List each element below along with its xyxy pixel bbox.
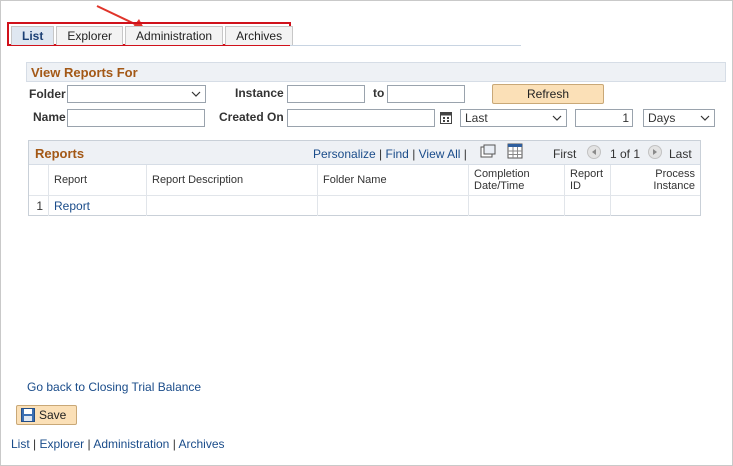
row-number: 1 — [29, 196, 49, 216]
table-row: 1 Report — [29, 195, 700, 216]
created-on-label: Created On — [219, 110, 284, 124]
completion-cell — [469, 196, 565, 216]
bottom-link-explorer[interactable]: Explorer — [39, 437, 84, 451]
refresh-button-label: Refresh — [526, 87, 570, 101]
tab-explorer[interactable]: Explorer — [56, 26, 124, 45]
to-label: to — [373, 86, 385, 100]
chevron-down-icon — [552, 115, 562, 121]
unit-select-value: Days — [648, 111, 676, 125]
tab-label: Archives — [236, 29, 283, 43]
bottom-link-administration[interactable]: Administration — [93, 437, 169, 451]
go-back-link[interactable]: Go back to Closing Trial Balance — [27, 380, 201, 394]
view-all-link[interactable]: View All — [419, 147, 461, 161]
save-disk-icon — [21, 408, 35, 422]
download-grid-icon[interactable] — [507, 143, 523, 159]
bottom-link-archives[interactable]: Archives — [178, 437, 224, 451]
tab-label: Administration — [136, 29, 213, 43]
column-header-folder: Folder Name — [318, 165, 469, 195]
chevron-down-icon — [700, 115, 710, 121]
reports-grid-header: Reports Personalize | Find | View All | … — [29, 141, 700, 165]
folder-label: Folder — [29, 87, 66, 101]
previous-arrow-icon[interactable] — [587, 145, 601, 159]
personalize-link[interactable]: Personalize — [313, 147, 376, 161]
instance-to-input[interactable] — [387, 85, 465, 103]
new-window-icon[interactable] — [480, 144, 496, 159]
column-header-num — [29, 165, 49, 195]
bottom-link-list[interactable]: List — [11, 437, 30, 451]
refresh-button[interactable]: Refresh — [492, 84, 604, 104]
calendar-icon[interactable] — [440, 111, 452, 124]
find-link[interactable]: Find — [386, 147, 409, 161]
tab-divider — [290, 45, 521, 46]
created-on-input[interactable] — [287, 109, 435, 127]
unit-select[interactable]: Days — [643, 109, 715, 127]
column-header-description: Report Description — [147, 165, 318, 195]
grid-title: Reports — [35, 146, 85, 161]
instance-label: Instance — [235, 86, 284, 100]
process-instance-cell — [611, 196, 700, 216]
tab-label: Explorer — [67, 29, 113, 43]
grid-toolbar: Personalize | Find | View All | — [313, 147, 467, 161]
column-header-report: Report — [49, 165, 147, 195]
report-link-cell: Report — [49, 196, 147, 216]
instance-from-input[interactable] — [287, 85, 365, 103]
name-label: Name — [33, 110, 66, 124]
reports-grid: Reports Personalize | Find | View All | … — [28, 140, 701, 216]
first-label: First — [553, 147, 577, 161]
save-button-label: Save — [39, 408, 67, 422]
column-header-completion: Completion Date/Time — [469, 165, 565, 195]
section-title: View Reports For — [31, 65, 138, 80]
tab-bar: List Explorer Administration Archives — [7, 22, 294, 46]
folder-select[interactable] — [67, 85, 206, 103]
description-cell — [147, 196, 318, 216]
tab-administration[interactable]: Administration — [125, 26, 224, 45]
separator: | — [463, 147, 467, 161]
period-count-input[interactable]: 1 — [575, 109, 633, 127]
tab-list[interactable]: List — [11, 26, 55, 45]
report-id-cell — [565, 196, 611, 216]
folder-cell — [318, 196, 469, 216]
period-select-value: Last — [465, 111, 488, 125]
tab-archives[interactable]: Archives — [225, 26, 294, 45]
view-reports-header: View Reports For — [26, 62, 726, 82]
next-arrow-icon[interactable] — [648, 145, 662, 159]
save-button[interactable]: Save — [16, 405, 77, 425]
chevron-down-icon — [191, 91, 201, 97]
period-select[interactable]: Last — [460, 109, 567, 127]
last-label: Last — [669, 147, 692, 161]
name-input[interactable] — [67, 109, 205, 127]
column-header-report-id: Report ID — [565, 165, 611, 195]
report-link[interactable]: Report — [54, 199, 90, 213]
pager-label: 1 of 1 — [610, 147, 641, 161]
bottom-nav: List | Explorer | Administration | Archi… — [11, 437, 225, 451]
column-header-process-instance: Process Instance — [653, 168, 695, 192]
tab-label: List — [22, 29, 44, 43]
